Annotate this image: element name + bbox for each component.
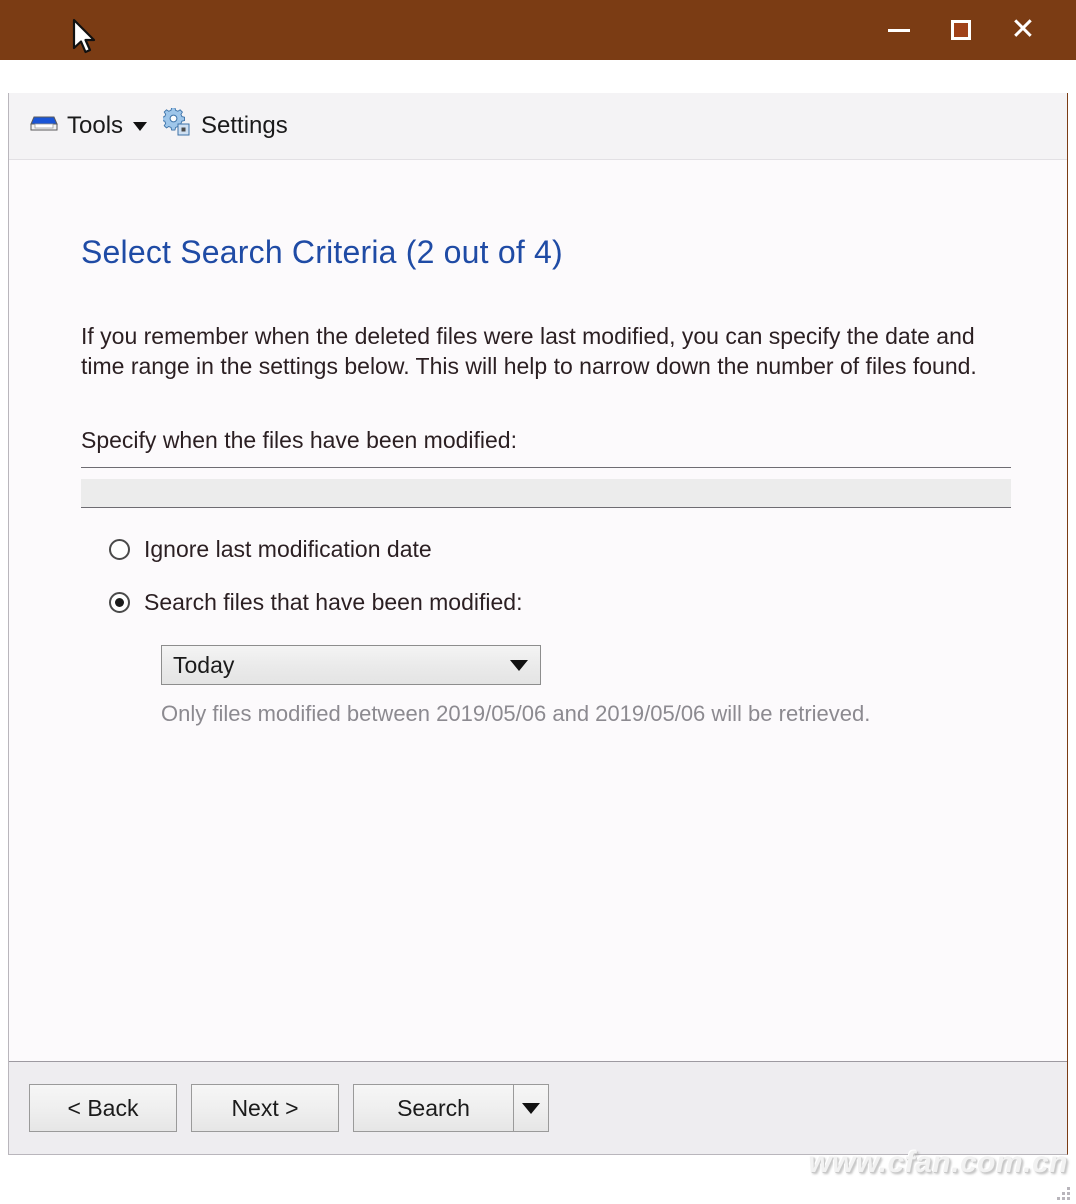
toolbar: Tools Settings: [9, 93, 1067, 160]
toolbar-item-tools[interactable]: Tools: [21, 107, 155, 146]
chevron-down-icon[interactable]: [510, 660, 528, 671]
search-dropdown-button[interactable]: [513, 1084, 549, 1132]
resize-grip[interactable]: [1054, 1184, 1070, 1200]
group-separator-top: [81, 467, 1011, 468]
gear-icon: [163, 108, 193, 145]
radio-search-label: Search files that have been modified:: [144, 589, 522, 616]
minimize-button[interactable]: [868, 0, 930, 60]
toolbar-item-tools-label: Tools: [67, 112, 123, 140]
radio-indicator-selected[interactable]: [109, 592, 130, 613]
radio-ignore-label: Ignore last modification date: [144, 536, 432, 563]
radio-search-modified[interactable]: Search files that have been modified:: [109, 589, 1037, 616]
back-button[interactable]: < Back: [29, 1084, 177, 1132]
intro-text: If you remember when the deleted files w…: [81, 321, 1021, 381]
search-split-button[interactable]: Search: [353, 1084, 549, 1132]
close-button[interactable]: ✕: [992, 0, 1054, 60]
toolbar-item-settings-label: Settings: [201, 112, 288, 140]
drive-icon: [29, 111, 59, 142]
date-range-value: Today: [173, 652, 234, 679]
date-range-dropdown[interactable]: Today: [161, 645, 541, 685]
application-window: ✕ Tools: [0, 0, 1076, 1204]
title-gap: [0, 60, 1076, 93]
client-area: Tools Settings Se: [8, 93, 1068, 1155]
chevron-down-icon: [522, 1103, 540, 1114]
maximize-button[interactable]: [930, 0, 992, 60]
title-bar: ✕: [0, 0, 1076, 60]
date-range-hint: Only files modified between 2019/05/06 a…: [161, 701, 1037, 727]
wizard-page: Select Search Criteria (2 out of 4) If y…: [9, 161, 1067, 1154]
radio-indicator-unselected[interactable]: [109, 539, 130, 560]
chevron-down-icon: [133, 122, 147, 131]
search-button[interactable]: Search: [353, 1084, 513, 1132]
watermark: www.cfan.com.cn: [808, 1146, 1068, 1180]
page-title: Select Search Criteria (2 out of 4): [81, 234, 1037, 271]
next-button[interactable]: Next >: [191, 1084, 339, 1132]
footer-bar: < Back Next > Search: [9, 1061, 1067, 1154]
radio-ignore-last-modification[interactable]: Ignore last modification date: [109, 536, 1037, 563]
group-band: [81, 479, 1011, 508]
toolbar-item-settings[interactable]: Settings: [155, 104, 296, 149]
specify-label: Specify when the files have been modifie…: [81, 427, 1037, 454]
